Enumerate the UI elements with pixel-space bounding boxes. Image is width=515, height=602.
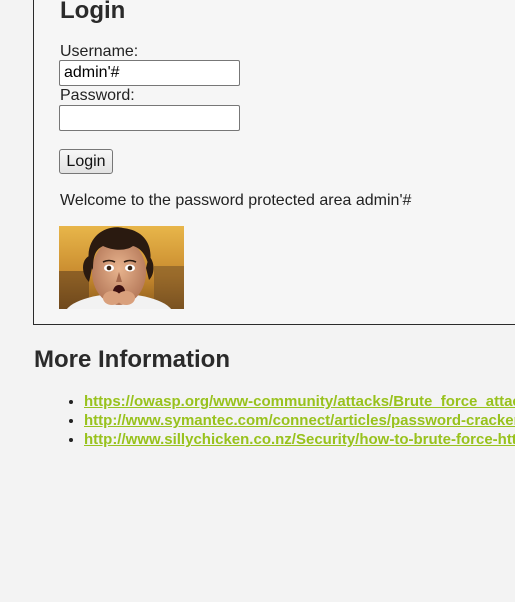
username-input[interactable] bbox=[59, 60, 240, 86]
owasp-link[interactable]: https://owasp.org/www-community/attacks/… bbox=[84, 393, 515, 410]
list-item: http://www.symantec.com/connect/articles… bbox=[84, 411, 515, 430]
list-item: http://www.sillychicken.co.nz/Security/h… bbox=[84, 430, 515, 449]
reference-links: https://owasp.org/www-community/attacks/… bbox=[0, 392, 515, 449]
user-photo bbox=[59, 226, 184, 309]
list-item: https://owasp.org/www-community/attacks/… bbox=[84, 392, 515, 411]
sillychicken-link[interactable]: http://www.sillychicken.co.nz/Security/h… bbox=[84, 431, 515, 448]
more-information-heading: More Information bbox=[34, 346, 230, 373]
username-label: Username: bbox=[60, 43, 139, 60]
password-input[interactable] bbox=[59, 105, 240, 131]
password-label: Password: bbox=[60, 87, 135, 104]
welcome-message: Welcome to the password protected area a… bbox=[60, 192, 412, 209]
symantec-link[interactable]: http://www.symantec.com/connect/articles… bbox=[84, 412, 515, 429]
login-button[interactable]: Login bbox=[59, 149, 113, 174]
page: Login Username: Password: Login Welcome … bbox=[0, 0, 515, 602]
login-title: Login bbox=[60, 0, 126, 24]
